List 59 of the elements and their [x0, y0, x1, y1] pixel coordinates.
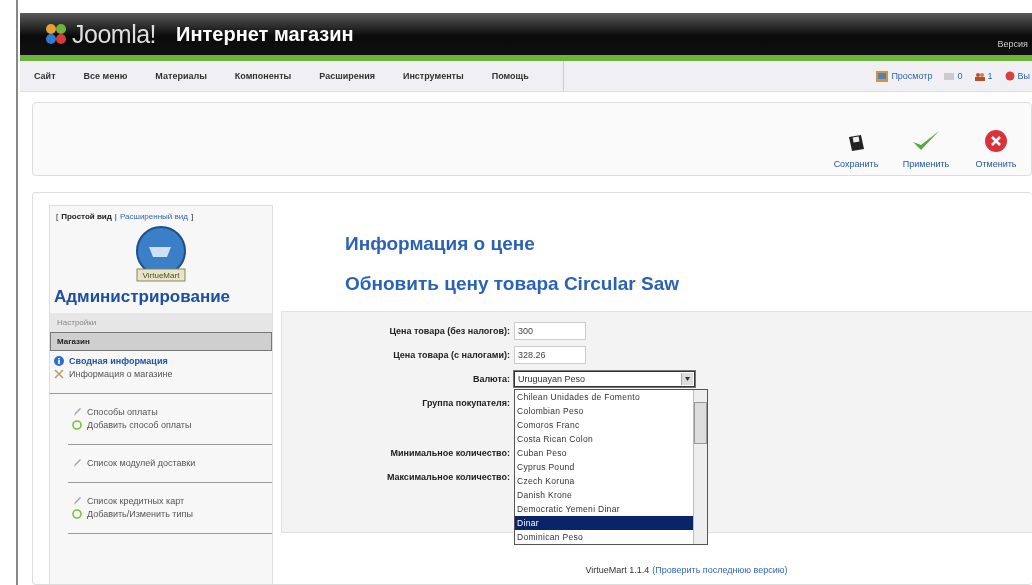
sidebar-link[interactable]: Информация о магазине	[54, 369, 272, 379]
monitor-icon	[876, 70, 889, 82]
menu-item[interactable]: Расширения	[305, 71, 389, 81]
field-label: Группа покупателя:	[421, 398, 510, 408]
menu-item[interactable]: Компоненты	[220, 71, 306, 81]
version-footer-text: VirtueMart 1.1.4	[585, 565, 650, 575]
field-label: Цена товара (с налогами):	[392, 350, 510, 360]
sidebar-link[interactable]: Сводная информация	[54, 356, 272, 366]
add-icon	[72, 509, 82, 519]
cancel-icon	[984, 129, 1008, 153]
sidebar-link[interactable]: Добавить способ оплаты	[72, 420, 272, 430]
logout-icon	[1004, 71, 1015, 81]
sidebar-link[interactable]: Способы оплаты	[72, 407, 272, 417]
toolbar-button[interactable]: Применить	[891, 129, 961, 169]
simple-view-text: Простой вид	[61, 212, 112, 221]
users-icon	[974, 71, 985, 81]
pencil-icon	[72, 496, 82, 506]
version-text: Версия	[997, 39, 1029, 49]
pencil-icon	[72, 458, 82, 468]
joomla-logo-text: Joomla!	[72, 19, 157, 49]
status-link[interactable]: 1	[987, 71, 993, 81]
bracket-text: [	[56, 212, 59, 221]
add-icon	[72, 420, 82, 430]
input-field[interactable]: 328.26	[514, 346, 586, 364]
scrollbar[interactable]	[693, 390, 707, 544]
sidebar-title: Администрирование	[53, 286, 232, 308]
separator-text: |	[114, 212, 117, 221]
toolbar-button[interactable]: Сохранить	[821, 133, 891, 169]
toolbar-button[interactable]: Отменить	[961, 129, 1031, 169]
field-label: Валюта:	[471, 374, 510, 384]
dropdown-option[interactable]: Dinar	[515, 516, 693, 530]
sidebar-link[interactable]: Список кредитных карт	[72, 496, 272, 506]
dropdown-arrow-icon	[685, 377, 690, 381]
field-label: Минимальное количество:	[389, 448, 510, 458]
status-link[interactable]: Просмотр	[891, 71, 933, 81]
menu-item[interactable]: Помощь	[477, 71, 543, 81]
menu-item[interactable]: Все меню	[69, 71, 142, 81]
input-field[interactable]: 300	[514, 322, 586, 340]
extended-view-link[interactable]: Расширенный вид	[119, 212, 188, 221]
field-label: Максимальное количество:	[385, 472, 510, 482]
bracket-text: ]	[190, 212, 194, 221]
check-version-link[interactable]: (Проверить последнюю версию)	[652, 565, 788, 575]
site-title: Интернет магазин	[176, 22, 354, 46]
sidebar-section[interactable]: Магазин	[50, 332, 272, 351]
envelope-icon	[944, 71, 955, 81]
page-title: Информация о цене	[344, 232, 536, 255]
status-link[interactable]: 0	[957, 71, 963, 81]
field-label: Цена товара (без налогов):	[388, 326, 510, 336]
status-link[interactable]: Вы	[1017, 71, 1030, 81]
menu-item[interactable]: Инструменты	[388, 71, 478, 81]
info-icon	[54, 356, 64, 366]
menu-item[interactable]: Сайт	[20, 71, 70, 81]
currency-select[interactable]: Uruguayan Peso	[514, 371, 695, 387]
joomla-logo-icon	[44, 22, 68, 46]
sidebar-link[interactable]: Список модулей доставки	[72, 458, 272, 468]
page-subtitle: Обновить цену товара Circular Saw	[344, 272, 680, 295]
pencil-icon	[72, 407, 82, 417]
sidebar-link[interactable]: Добавить/Изменить типы	[72, 509, 272, 519]
menu-item[interactable]: Материалы	[141, 71, 221, 81]
